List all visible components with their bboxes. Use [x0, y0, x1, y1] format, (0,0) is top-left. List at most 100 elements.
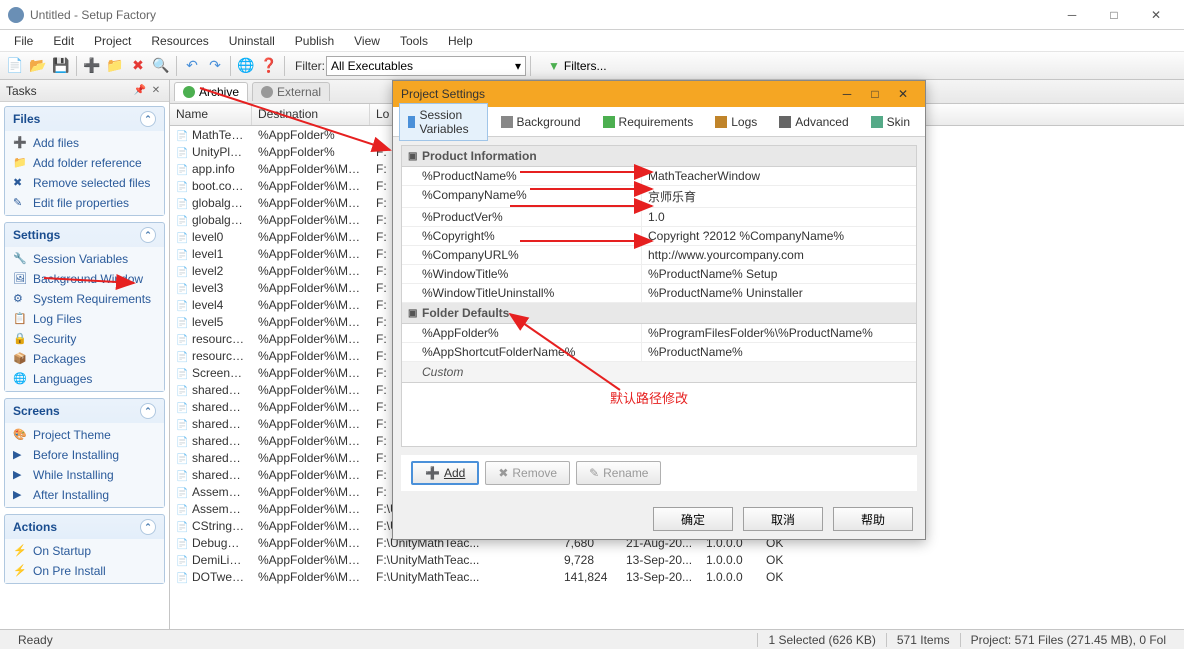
redo-icon[interactable]: ↷ — [204, 55, 226, 77]
file-icon: 📄 — [176, 233, 190, 244]
globe-icon[interactable]: 🌐 — [235, 55, 257, 77]
open-icon[interactable]: 📂 — [27, 55, 49, 77]
col-name[interactable]: Name — [170, 104, 252, 125]
task-on-startup[interactable]: ⚡On Startup — [5, 541, 164, 561]
task-edit-file-properties[interactable]: ✎Edit file properties — [5, 193, 164, 213]
menu-project[interactable]: Project — [84, 32, 141, 50]
tab-archive-label: Archive — [199, 85, 239, 99]
file-row[interactable]: 📄DemiLib.dll%AppFolder%\Mat...F:\UnityMa… — [170, 551, 1184, 568]
menu-edit[interactable]: Edit — [43, 32, 84, 50]
group-screens[interactable]: Screens⌃ — [5, 399, 164, 423]
file-icon: 📄 — [176, 131, 190, 142]
file-row[interactable]: 📄DOTween.dll%AppFolder%\Mat...F:\UnityMa… — [170, 568, 1184, 585]
help-icon[interactable]: ❓ — [258, 55, 280, 77]
save-icon[interactable]: 💾 — [50, 55, 72, 77]
search-icon[interactable]: 🔍 — [150, 55, 172, 77]
new-icon[interactable]: 📄 — [4, 55, 26, 77]
menu-tools[interactable]: Tools — [390, 32, 438, 50]
menu-resources[interactable]: Resources — [141, 32, 218, 50]
undo-icon[interactable]: ↶ — [181, 55, 203, 77]
section-product-info[interactable]: ▣Product Information — [402, 146, 916, 167]
filters-button[interactable]: ▼ Filters... — [541, 56, 614, 76]
task-background-window[interactable]: 🖼Background Window — [5, 269, 164, 289]
task-add-folder-reference[interactable]: 📁Add folder reference — [5, 153, 164, 173]
ok-button[interactable]: 确定 — [653, 507, 733, 531]
task-icon: 🎨 — [13, 428, 27, 442]
file-icon: 📄 — [176, 301, 190, 312]
task-remove-selected-files[interactable]: ✖Remove selected files — [5, 173, 164, 193]
task-log-files[interactable]: 📋Log Files — [5, 309, 164, 329]
task-project-theme[interactable]: 🎨Project Theme — [5, 425, 164, 445]
dialog-tab-session-variables[interactable]: Session Variables — [399, 103, 488, 141]
task-after-installing[interactable]: ▶After Installing — [5, 485, 164, 505]
add-button[interactable]: ➕Add — [411, 461, 479, 485]
help-button[interactable]: 帮助 — [833, 507, 913, 531]
prop-row[interactable]: %Copyright%Copyright ?2012 %CompanyName% — [402, 227, 916, 246]
tab-external[interactable]: External — [252, 82, 330, 101]
file-icon: 📄 — [176, 403, 190, 414]
tab-archive[interactable]: Archive — [174, 82, 248, 101]
rename-button[interactable]: ✎Rename — [576, 461, 661, 485]
file-icon: 📄 — [176, 573, 190, 584]
prop-row[interactable]: %WindowTitle%%ProductName% Setup — [402, 265, 916, 284]
add-folder-icon[interactable]: 📁 — [104, 55, 126, 77]
file-icon: 📄 — [176, 556, 190, 567]
section-custom[interactable]: Custom — [402, 362, 916, 383]
task-security[interactable]: 🔒Security — [5, 329, 164, 349]
pin-icon[interactable]: 📌 — [133, 84, 147, 98]
prop-row[interactable]: %AppFolder%%ProgramFilesFolder%\%Product… — [402, 324, 916, 343]
add-icon[interactable]: ➕ — [81, 55, 103, 77]
close-button[interactable]: ✕ — [1136, 3, 1176, 27]
task-icon: ✎ — [13, 196, 27, 210]
file-icon: 📄 — [176, 284, 190, 295]
menu-help[interactable]: Help — [438, 32, 483, 50]
remove-button[interactable]: ✖Remove — [485, 461, 570, 485]
dialog-close-button[interactable]: ✕ — [889, 84, 917, 104]
file-icon: 📄 — [176, 522, 190, 533]
section-folder-defaults[interactable]: ▣Folder Defaults — [402, 303, 916, 324]
menu-publish[interactable]: Publish — [285, 32, 344, 50]
dialog-title: Project Settings — [401, 87, 833, 101]
dialog-tab-advanced[interactable]: Advanced — [770, 110, 857, 134]
task-add-files[interactable]: ➕Add files — [5, 133, 164, 153]
group-files[interactable]: Files⌃ — [5, 107, 164, 131]
task-while-installing[interactable]: ▶While Installing — [5, 465, 164, 485]
file-icon: 📄 — [176, 505, 190, 516]
status-items: 571 Items — [886, 633, 960, 647]
minimize-button[interactable]: ─ — [1052, 3, 1092, 27]
dialog-tab-logs[interactable]: Logs — [706, 110, 766, 134]
dialog-minimize-button[interactable]: ─ — [833, 84, 861, 104]
task-system-requirements[interactable]: ⚙System Requirements — [5, 289, 164, 309]
prop-row[interactable]: %AppShortcutFolderName%%ProductName% — [402, 343, 916, 362]
task-languages[interactable]: 🌐Languages — [5, 369, 164, 389]
group-actions[interactable]: Actions⌃ — [5, 515, 164, 539]
file-icon: 📄 — [176, 318, 190, 329]
menu-file[interactable]: File — [4, 32, 43, 50]
task-session-variables[interactable]: 🔧Session Variables — [5, 249, 164, 269]
menu-view[interactable]: View — [344, 32, 390, 50]
task-before-installing[interactable]: ▶Before Installing — [5, 445, 164, 465]
tab-icon — [408, 116, 415, 128]
filter-select[interactable]: All Executables ▾ — [326, 56, 526, 76]
prop-row[interactable]: %ProductName%MathTeacherWindow — [402, 167, 916, 186]
file-icon: 📄 — [176, 148, 190, 159]
task-on-pre-install[interactable]: ⚡On Pre Install — [5, 561, 164, 581]
dialog-maximize-button[interactable]: □ — [861, 84, 889, 104]
col-destination[interactable]: Destination — [252, 104, 370, 125]
prop-row[interactable]: %CompanyName%京师乐育 — [402, 186, 916, 208]
filters-label: Filters... — [564, 59, 607, 73]
dialog-tab-skin[interactable]: Skin — [862, 110, 919, 134]
dialog-tab-background[interactable]: Background — [492, 110, 590, 134]
prop-row[interactable]: %WindowTitleUninstall%%ProductName% Unin… — [402, 284, 916, 303]
cancel-button[interactable]: 取消 — [743, 507, 823, 531]
remove-icon[interactable]: ✖ — [127, 55, 149, 77]
task-icon: ⚡ — [13, 564, 27, 578]
prop-row[interactable]: %ProductVer%1.0 — [402, 208, 916, 227]
maximize-button[interactable]: □ — [1094, 3, 1134, 27]
close-panel-icon[interactable]: ✕ — [149, 84, 163, 98]
prop-row[interactable]: %CompanyURL%http://www.yourcompany.com — [402, 246, 916, 265]
dialog-tab-requirements[interactable]: Requirements — [594, 110, 703, 134]
task-packages[interactable]: 📦Packages — [5, 349, 164, 369]
menu-uninstall[interactable]: Uninstall — [219, 32, 285, 50]
group-settings[interactable]: Settings⌃ — [5, 223, 164, 247]
